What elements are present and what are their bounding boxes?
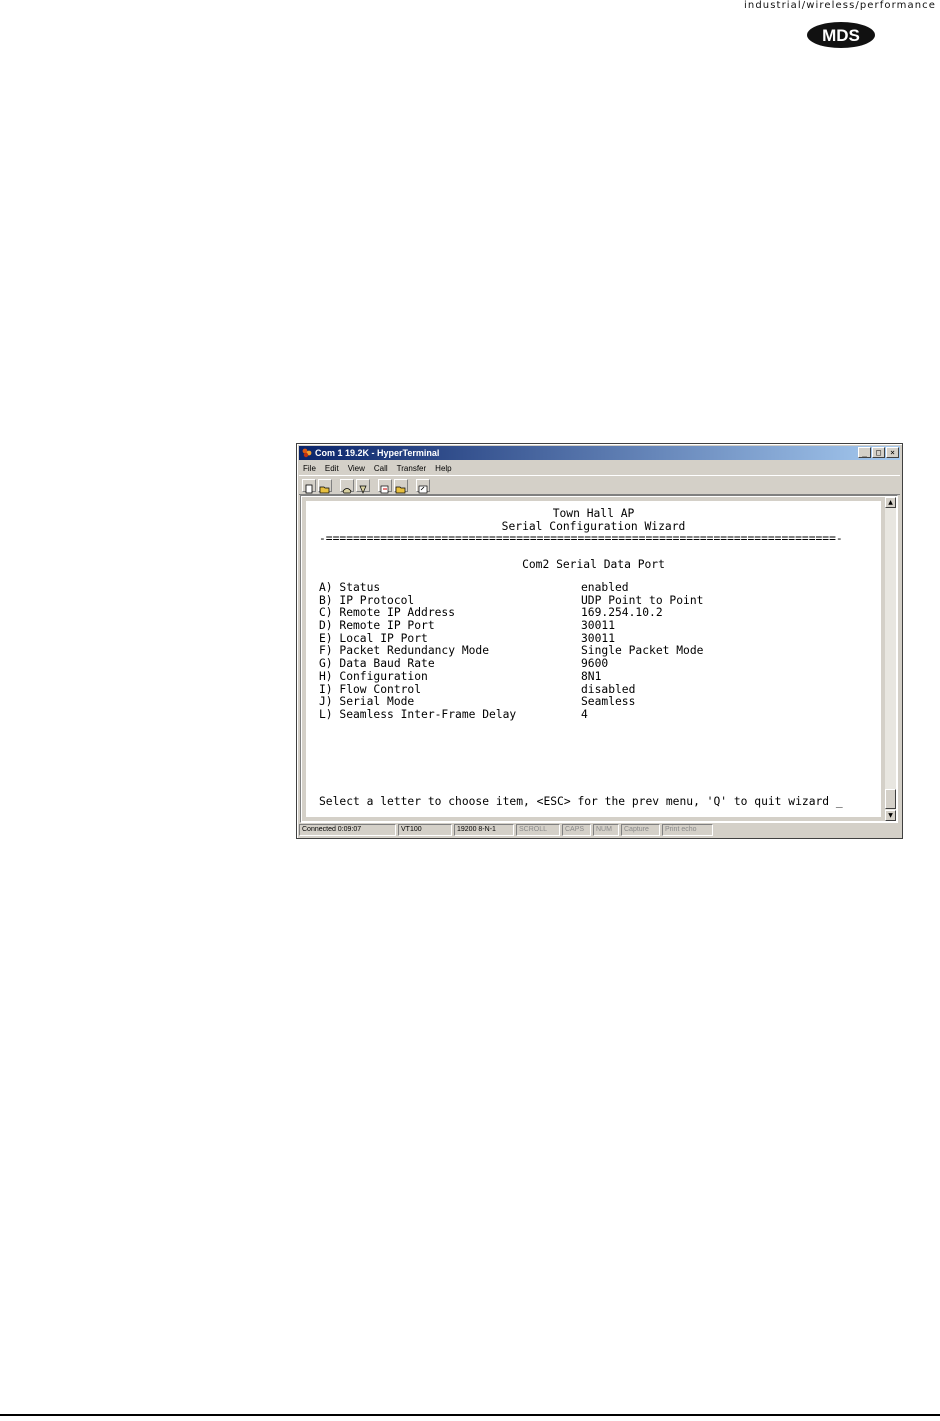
menu-item[interactable]: J) Serial Mode Seamless — [319, 695, 703, 709]
menu-item-value: 8N1 — [581, 669, 602, 683]
receive-button[interactable] — [394, 478, 408, 493]
device-name: Town Hall AP — [552, 507, 635, 520]
wizard-prompt: Select a letter to choose item, <ESC> fo… — [319, 795, 843, 808]
menu-view[interactable]: View — [348, 464, 365, 473]
hyperterminal-icon — [302, 448, 312, 458]
header-tagline: industrial/wireless/performance — [744, 0, 936, 11]
status-num: NUM — [593, 824, 619, 836]
close-button[interactable]: × — [886, 447, 899, 458]
terminal-screen[interactable]: Town Hall AP Serial Configuration Wizard… — [302, 497, 885, 821]
status-print-echo: Print echo — [662, 824, 713, 836]
svg-text:MDS: MDS — [822, 26, 860, 45]
menu-item[interactable]: L) Seamless Inter-Frame Delay 4 — [319, 707, 703, 722]
status-connected: Connected 0:09:07 — [299, 824, 396, 836]
hyperterminal-window: Com 1 19.2K - HyperTerminal _ □ × File E… — [296, 443, 903, 839]
receive-icon — [395, 486, 406, 493]
mds-logo: MDS — [807, 22, 875, 48]
call-button[interactable] — [340, 478, 354, 493]
menu-item[interactable]: G) Data Baud Rate 9600 — [319, 657, 703, 671]
status-emulation: VT100 — [398, 824, 452, 836]
menu-item-value: 4 — [581, 707, 588, 721]
disconnect-button[interactable] — [356, 478, 370, 494]
title-bar[interactable]: Com 1 19.2K - HyperTerminal _ □ × — [299, 446, 900, 460]
status-scroll: SCROLL — [516, 824, 560, 836]
menu-item-value: Seamless — [581, 695, 636, 709]
page-bottom-rule — [0, 1414, 940, 1416]
config-menu: A) Status enabled B) IP Protocol UDP Point… — [319, 581, 703, 722]
menu-item[interactable]: A) Status enabled — [319, 581, 703, 595]
window-title: Com 1 19.2K - HyperTerminal — [315, 448, 440, 458]
minimize-button[interactable]: _ — [858, 447, 871, 458]
new-connection-button[interactable] — [302, 478, 316, 493]
properties-icon — [418, 485, 428, 493]
status-capture: Capture — [621, 824, 660, 836]
vertical-scrollbar[interactable]: ▲ ▼ — [885, 497, 896, 821]
section-title: Com2 Serial Data Port — [522, 557, 665, 571]
divider-line: -=======================================… — [319, 532, 843, 545]
send-button[interactable] — [378, 478, 392, 493]
phone-icon — [342, 487, 352, 493]
menu-item-value: enabled — [581, 581, 629, 594]
menu-item[interactable]: H) Configuration 8N1 — [319, 669, 703, 684]
status-settings: 19200 8-N-1 — [454, 824, 514, 836]
send-icon — [380, 485, 389, 493]
menu-item-value: 30011 — [581, 619, 616, 633]
menu-bar: File Edit View Call Transfer Help — [299, 461, 452, 475]
status-caps: CAPS — [562, 824, 591, 836]
menu-edit[interactable]: Edit — [325, 464, 339, 473]
properties-button[interactable] — [416, 478, 430, 493]
open-button[interactable] — [318, 478, 332, 493]
maximize-button[interactable]: □ — [872, 447, 885, 458]
disconnect-icon — [359, 485, 367, 494]
menu-item-value: 9600 — [581, 657, 609, 671]
terminal-frame: Town Hall AP Serial Configuration Wizard… — [300, 495, 898, 823]
status-bar: Connected 0:09:07 VT100 19200 8-N-1 SCRO… — [299, 824, 900, 836]
scroll-thumb[interactable] — [885, 789, 896, 809]
scroll-down-arrow[interactable]: ▼ — [885, 810, 896, 821]
toolbar — [299, 475, 900, 495]
menu-call[interactable]: Call — [374, 464, 388, 473]
menu-help[interactable]: Help — [435, 464, 451, 473]
open-folder-icon — [319, 486, 330, 493]
scroll-up-arrow[interactable]: ▲ — [885, 497, 896, 508]
menu-transfer[interactable]: Transfer — [397, 464, 427, 473]
new-file-icon — [305, 484, 313, 493]
menu-file[interactable]: File — [303, 464, 316, 473]
menu-item[interactable]: D) Remote IP Port 30011 — [319, 619, 703, 633]
